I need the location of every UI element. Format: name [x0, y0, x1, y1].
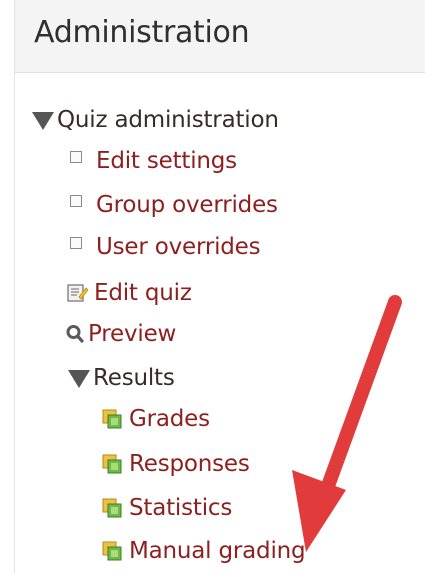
square-bullet-icon: [70, 151, 82, 163]
tree-item-edit-settings[interactable]: Edit settings: [70, 148, 237, 174]
tree-item-label: Quiz administration: [57, 107, 279, 133]
tree-item-grades[interactable]: Grades: [101, 406, 210, 432]
tree-item-label[interactable]: Edit settings: [96, 148, 237, 174]
tree-item-label[interactable]: Manual grading: [129, 538, 306, 564]
block-header: Administration: [15, 0, 425, 73]
block-title: Administration: [34, 15, 250, 50]
square-bullet-icon: [70, 237, 82, 249]
tree-item-group-overrides[interactable]: Group overrides: [70, 192, 278, 218]
tree-item-label: Results: [93, 365, 175, 391]
tree-item-manual-grading[interactable]: Manual grading: [101, 538, 306, 564]
tree-item-results[interactable]: Results: [68, 365, 175, 391]
edit-document-icon: [66, 282, 89, 304]
report-icon: [101, 453, 123, 475]
tree-item-label[interactable]: Grades: [129, 406, 210, 432]
square-bullet-icon: [70, 195, 82, 207]
tree-item-preview[interactable]: Preview: [66, 321, 176, 347]
tree-item-edit-quiz[interactable]: Edit quiz: [66, 280, 192, 306]
report-icon: [101, 540, 123, 562]
report-icon: [101, 497, 123, 519]
tree-item-responses[interactable]: Responses: [101, 451, 250, 477]
tree-item-label[interactable]: Responses: [129, 451, 250, 477]
tree-item-user-overrides[interactable]: User overrides: [70, 234, 261, 260]
magnifier-icon: [66, 323, 84, 345]
tree-item-label[interactable]: User overrides: [96, 234, 261, 260]
tree-item-quiz-administration[interactable]: Quiz administration: [32, 107, 279, 133]
report-icon: [101, 408, 123, 430]
administration-block: Administration Quiz administration Edit …: [14, 0, 425, 573]
tree-item-statistics[interactable]: Statistics: [101, 495, 232, 521]
tree-item-label[interactable]: Edit quiz: [94, 280, 192, 306]
expanded-triangle-icon[interactable]: [68, 370, 90, 388]
tree-item-label[interactable]: Statistics: [129, 495, 232, 521]
tree-item-label[interactable]: Preview: [88, 321, 176, 347]
expanded-triangle-icon[interactable]: [32, 112, 54, 130]
tree-item-label[interactable]: Group overrides: [96, 192, 278, 218]
